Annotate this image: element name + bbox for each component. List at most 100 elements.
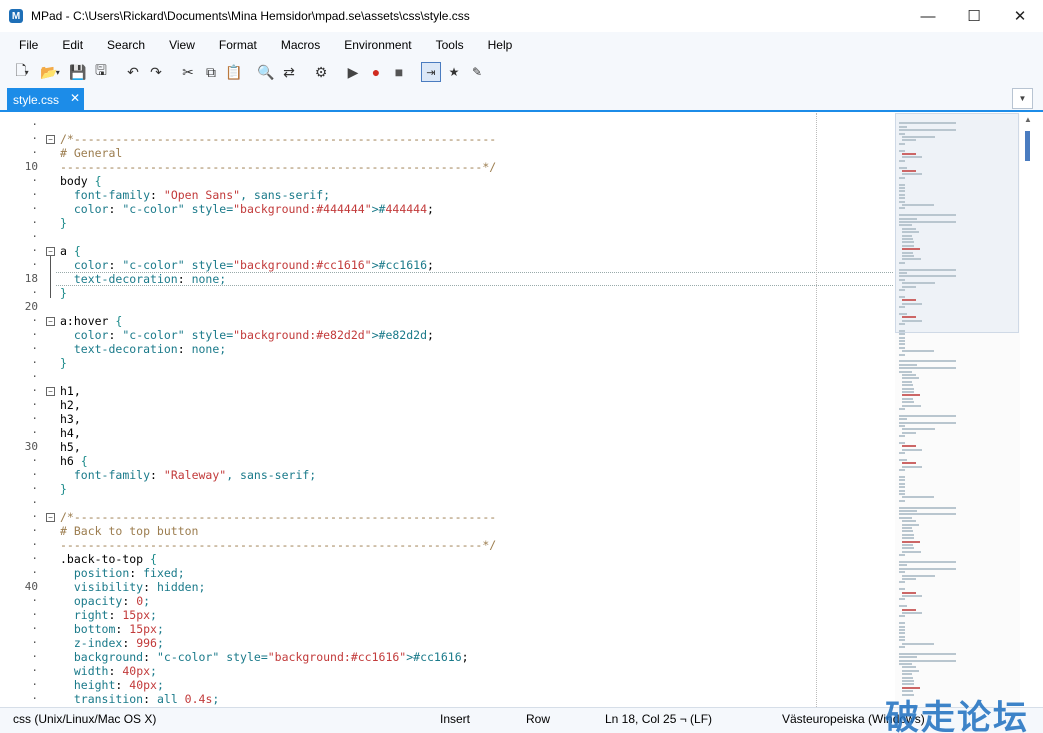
redo-icon[interactable]: ↷ bbox=[146, 62, 166, 82]
code-editor[interactable]: · · · 10 · · · · · · · 18 · 20 · · · · · · · · · 30 · · · · · · · · · 40 ·… bbox=[0, 113, 893, 707]
code-line[interactable]: h1, bbox=[60, 384, 81, 398]
menu-tools[interactable]: Tools bbox=[429, 38, 471, 52]
code-line[interactable]: # General bbox=[60, 146, 122, 160]
menu-search[interactable]: Search bbox=[100, 38, 152, 52]
code-line[interactable]: } bbox=[60, 216, 67, 230]
menu-environment[interactable]: Environment bbox=[337, 38, 418, 52]
code-line[interactable]: color: "c-color" style="background:#cc16… bbox=[60, 258, 434, 272]
scrollbar-thumb[interactable] bbox=[1025, 131, 1030, 161]
code-line[interactable]: } bbox=[60, 286, 67, 300]
title-bar[interactable]: M MPad - C:\Users\Rickard\Documents\Mina… bbox=[0, 0, 1043, 32]
code-line[interactable]: h3, bbox=[60, 412, 81, 426]
status-row[interactable]: Row bbox=[526, 712, 550, 726]
search-icon[interactable]: 🔍 bbox=[256, 62, 276, 82]
code-line[interactable]: ----------------------------------------… bbox=[60, 160, 496, 174]
menu-macros[interactable]: Macros bbox=[274, 38, 327, 52]
code-line[interactable]: bottom: 15px; bbox=[60, 622, 164, 636]
code-line[interactable]: h5, bbox=[60, 440, 81, 454]
record-macro-icon[interactable]: ● bbox=[366, 62, 386, 82]
stop-macro-icon[interactable]: ■ bbox=[389, 62, 409, 82]
save-icon[interactable]: 💾 bbox=[68, 62, 88, 82]
minimap-line bbox=[899, 197, 905, 200]
fold-guide-line bbox=[50, 256, 51, 298]
maximize-button[interactable]: ☐ bbox=[951, 0, 997, 32]
code-line[interactable]: a:hover { bbox=[60, 314, 122, 328]
minimap-line bbox=[899, 343, 905, 346]
code-line[interactable]: font-family: "Raleway", sans-serif; bbox=[60, 468, 316, 482]
open-folder-icon[interactable]: 📂 ▾ bbox=[35, 62, 65, 82]
menu-edit[interactable]: Edit bbox=[55, 38, 90, 52]
fold-toggle-icon[interactable]: − bbox=[46, 513, 55, 522]
code-line[interactable]: h6 { bbox=[60, 454, 88, 468]
code-line[interactable]: body { bbox=[60, 174, 102, 188]
undo-icon[interactable]: ↶ bbox=[123, 62, 143, 82]
minimap-line bbox=[902, 445, 916, 448]
code-line[interactable]: } bbox=[60, 482, 67, 496]
code-line[interactable]: background: "c-color" style="background:… bbox=[60, 650, 469, 664]
replace-icon[interactable]: ⇄ bbox=[279, 62, 299, 82]
code-line[interactable]: /*--------------------------------------… bbox=[60, 510, 496, 524]
code-line[interactable]: color: "c-color" style="background:#e82d… bbox=[60, 328, 434, 342]
cut-icon[interactable]: ✂ bbox=[178, 62, 198, 82]
code-line[interactable]: height: 40px; bbox=[60, 678, 164, 692]
code-line[interactable]: position: fixed; bbox=[60, 566, 185, 580]
bookmark-icon[interactable]: ★ bbox=[444, 62, 464, 82]
minimap-line bbox=[902, 578, 916, 580]
minimap-line bbox=[902, 394, 920, 397]
code-line[interactable]: # Back to top button bbox=[60, 524, 198, 538]
status-mode[interactable]: Insert bbox=[440, 712, 470, 726]
minimap-line bbox=[899, 516, 912, 519]
fold-toggle-icon[interactable]: − bbox=[46, 247, 55, 256]
copy-icon[interactable]: ⧉ bbox=[201, 62, 221, 82]
minimap[interactable] bbox=[895, 113, 1020, 707]
code-line[interactable]: color: "c-color" style="background:#4444… bbox=[60, 202, 434, 216]
menu-view[interactable]: View bbox=[162, 38, 202, 52]
settings-icon[interactable]: ⚙ bbox=[311, 62, 331, 82]
spellcheck-icon[interactable]: ✎ bbox=[467, 62, 487, 82]
minimap-line bbox=[899, 435, 905, 438]
minimap-line bbox=[899, 367, 956, 370]
code-line[interactable]: a { bbox=[60, 244, 81, 258]
code-line[interactable]: text-decoration: none; bbox=[60, 342, 226, 356]
minimap-line bbox=[902, 255, 914, 257]
close-icon[interactable]: ✕ bbox=[70, 91, 80, 105]
tab-style-css[interactable]: style.css ✕ bbox=[7, 88, 84, 112]
code-line[interactable]: opacity: 0; bbox=[60, 594, 150, 608]
status-language[interactable]: css (Unix/Linux/Mac OS X) bbox=[13, 712, 156, 726]
code-line[interactable]: text-decoration: none; bbox=[60, 272, 226, 286]
app-icon[interactable]: M bbox=[9, 9, 23, 23]
minimap-line bbox=[902, 608, 916, 611]
close-window-button[interactable]: ✕ bbox=[997, 0, 1043, 32]
code-line[interactable]: .back-to-top { bbox=[60, 552, 157, 566]
fold-toggle-icon[interactable]: − bbox=[46, 135, 55, 144]
minimap-line bbox=[902, 462, 916, 465]
minimap-line bbox=[899, 418, 908, 421]
menu-help[interactable]: Help bbox=[481, 38, 520, 52]
code-line[interactable]: right: 15px; bbox=[60, 608, 157, 622]
code-line[interactable]: transition: all 0.4s; bbox=[60, 692, 219, 706]
code-area[interactable]: /*--------------------------------------… bbox=[56, 113, 893, 707]
code-line[interactable]: h2, bbox=[60, 398, 81, 412]
status-position[interactable]: Ln 18, Col 25 ¬ (LF) bbox=[605, 712, 712, 726]
save-all-icon[interactable]: 🖫 bbox=[91, 62, 111, 82]
menu-format[interactable]: Format bbox=[212, 38, 264, 52]
menu-file[interactable]: File bbox=[12, 38, 45, 52]
fold-toggle-icon[interactable]: − bbox=[46, 387, 55, 396]
code-line[interactable]: /*--------------------------------------… bbox=[60, 132, 496, 146]
code-line[interactable]: h4, bbox=[60, 426, 81, 440]
code-line[interactable]: } bbox=[60, 356, 67, 370]
scroll-up-icon[interactable]: ▲ bbox=[1020, 113, 1036, 127]
code-line[interactable]: font-family: "Open Sans", sans-serif; bbox=[60, 188, 330, 202]
wrap-icon[interactable]: ⇥ bbox=[421, 62, 441, 82]
code-line[interactable]: ----------------------------------------… bbox=[60, 538, 496, 552]
code-line[interactable]: width: 40px; bbox=[60, 664, 157, 678]
minimize-button[interactable]: — bbox=[905, 0, 951, 32]
play-macro-icon[interactable]: ▶ bbox=[343, 62, 363, 82]
vertical-scrollbar[interactable]: ▲ bbox=[1020, 113, 1036, 707]
tab-list-dropdown[interactable]: ▼ bbox=[1012, 88, 1033, 109]
paste-icon[interactable]: 📋 bbox=[224, 62, 244, 82]
new-file-icon[interactable]: 🗋 ▾ bbox=[12, 62, 32, 82]
fold-toggle-icon[interactable]: − bbox=[46, 317, 55, 326]
code-line[interactable]: z-index: 996; bbox=[60, 636, 164, 650]
code-line[interactable]: visibility: hidden; bbox=[60, 580, 206, 594]
